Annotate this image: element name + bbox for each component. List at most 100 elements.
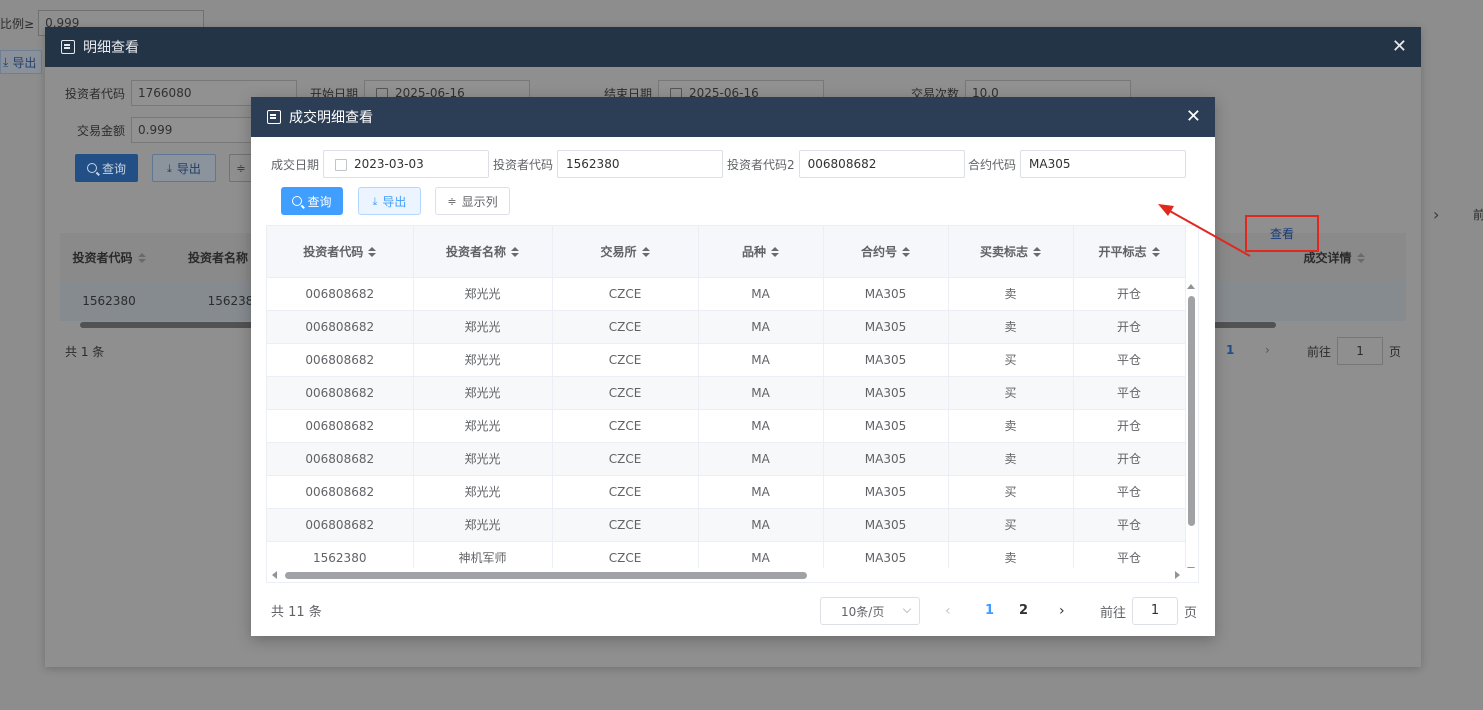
col-investor-name[interactable]: 投资者名称 [413,226,553,278]
cell-exchange: CZCE [552,310,699,344]
cell-contract: MA305 [823,310,949,344]
d1-export-button[interactable]: ⤓ 导出 [152,154,216,182]
cell-variety: MA [698,475,824,509]
cell-variety: MA [698,409,824,443]
base-export-label: 导出 [12,55,37,70]
base-export-button[interactable]: ⤓ 导出 [0,50,42,74]
d1-scroll-right-icon[interactable]: › [1433,205,1439,224]
sort-icon[interactable] [368,247,377,258]
investor-code-input[interactable]: 1562380 [557,150,724,178]
trade-detail-dialog: 成交明细查看 ✕ 成交日期 2023-03-03 投资者代码 1562380 投… [251,97,1215,636]
investor-code2-label: 投资者代码2 [727,157,795,172]
sort-icon[interactable] [771,247,779,258]
show-columns-button[interactable]: ≑ 显示列 [435,187,510,215]
scroll-right-icon[interactable] [1175,571,1180,579]
d1-query-button[interactable]: 查询 [75,154,138,182]
horizontal-scrollbar[interactable] [267,568,1198,582]
d1-page-1[interactable]: 1 [1226,343,1234,357]
cell-investor-name: 郑光光 [413,475,553,509]
pagination: 共 11 条 10条/页 ‹ 1 2 › 前往 1 页 [271,597,1215,625]
next-page-icon[interactable]: › [1059,603,1065,619]
page-size-select[interactable]: 10条/页 [820,597,920,625]
goto-page: 前往 1 页 [1100,597,1197,625]
table-row[interactable]: 006808682 郑光光 CZCE MA MA305 买平仓 [267,376,1186,410]
table-row[interactable]: 006808682 郑光光 CZCE MA MA305 卖开仓 [267,442,1186,476]
d1-next-page-icon[interactable]: › [1265,343,1270,357]
vertical-scrollbar[interactable] [1187,278,1195,572]
horizontal-scroll-thumb[interactable] [285,572,807,579]
table-row[interactable]: 006808682 郑光光 CZCE MA MA305 卖开仓 [267,277,1186,311]
search-icon [86,163,97,173]
table-row[interactable]: 006808682 郑光光 CZCE MA MA305 买平仓 [267,343,1186,377]
download-icon: ⤓ [3,54,9,69]
table-row[interactable]: 006808682 郑光光 CZCE MA MA305 卖开仓 [267,310,1186,344]
cell-open-close: 开仓 [1073,277,1186,311]
scroll-up-icon[interactable] [1187,284,1195,289]
scroll-left-icon[interactable] [272,571,277,579]
cell-open-close: 平仓 [1073,475,1186,509]
cell-variety: MA [698,508,824,542]
sliders-icon: ≑ [447,194,457,208]
investor-code-field: 投资者代码 1562380 [493,150,724,178]
table-header-row: 投资者代码 投资者名称 交易所 品种 合约号 买卖标志 开平标志 [267,226,1186,278]
d1-cell-code: 1562380 [82,294,136,308]
trade-detail-dialog-header: 成交明细查看 [251,97,1215,137]
query-button[interactable]: 查询 [281,187,343,215]
cell-buy-sell: 买 [948,343,1074,377]
trade-detail-dialog-close-icon[interactable]: ✕ [1186,107,1201,127]
vertical-scroll-thumb[interactable] [1188,296,1195,526]
cell-investor-name: 郑光光 [413,409,553,443]
contract-code-input[interactable]: MA305 [1020,150,1187,178]
sort-icon[interactable] [641,247,650,258]
col-investor-code[interactable]: 投资者代码 [267,226,414,278]
cell-investor-code: 006808682 [267,442,414,476]
detail-dialog-close-icon[interactable]: ✕ [1392,37,1407,57]
contract-code-field: 合约代码 MA305 [968,150,1187,178]
cell-investor-name: 郑光光 [413,310,553,344]
search-icon [292,196,303,206]
trade-date-input[interactable]: 2023-03-03 [323,150,490,178]
page-2[interactable]: 2 [1019,603,1028,618]
sort-icon[interactable] [1033,247,1041,258]
goto-page-input[interactable]: 1 [1132,597,1179,625]
cell-open-close: 平仓 [1073,508,1186,542]
cell-contract: MA305 [823,277,949,311]
cell-open-close: 开仓 [1073,310,1186,344]
col-variety[interactable]: 品种 [698,226,824,278]
investor-code2-field: 投资者代码2 006808682 [727,150,965,178]
col-exchange[interactable]: 交易所 [552,226,699,278]
cell-contract: MA305 [823,508,949,542]
sort-icon[interactable] [902,247,910,258]
trade-date-field: 成交日期 2023-03-03 [271,150,490,178]
table-row[interactable]: 006808682 郑光光 CZCE MA MA305 买平仓 [267,508,1186,542]
cell-investor-code: 006808682 [267,343,414,377]
table-row[interactable]: 006808682 郑光光 CZCE MA MA305 卖开仓 [267,409,1186,443]
cell-buy-sell: 买 [948,508,1074,542]
d1-goto-input[interactable]: 1 [1337,337,1384,365]
sort-icon[interactable] [1151,247,1160,258]
cell-investor-name: 郑光光 [413,277,553,311]
table-row[interactable]: 006808682 郑光光 CZCE MA MA305 买平仓 [267,475,1186,509]
cell-buy-sell: 卖 [948,409,1074,443]
cell-investor-code: 006808682 [267,409,414,443]
view-detail-link[interactable]: 查看 [1245,215,1319,252]
investor-code2-input[interactable]: 006808682 [798,150,965,178]
sort-icon [1356,253,1365,263]
contract-code-label: 合约代码 [968,157,1017,172]
sort-icon[interactable] [511,247,519,258]
col-contract[interactable]: 合约号 [823,226,949,278]
cell-exchange: CZCE [552,409,699,443]
cell-open-close: 平仓 [1073,343,1186,377]
d1-trade-amount-label: 交易金额 [77,123,126,138]
d1-col-investor-code[interactable]: 投资者代码 [60,249,158,266]
document-icon [267,110,281,124]
trade-detail-dialog-title: 成交明细查看 [289,110,373,126]
col-open-close[interactable]: 开平标志 [1073,226,1186,278]
export-button[interactable]: ⤓ 导出 [358,187,421,215]
d1-columns-button[interactable]: ≑ [229,154,253,182]
page-1[interactable]: 1 [985,603,994,618]
d1-investor-code-label: 投资者代码 [65,86,126,101]
col-buy-sell[interactable]: 买卖标志 [948,226,1074,278]
cell-investor-name: 郑光光 [413,376,553,410]
prev-page-icon[interactable]: ‹ [945,603,951,619]
